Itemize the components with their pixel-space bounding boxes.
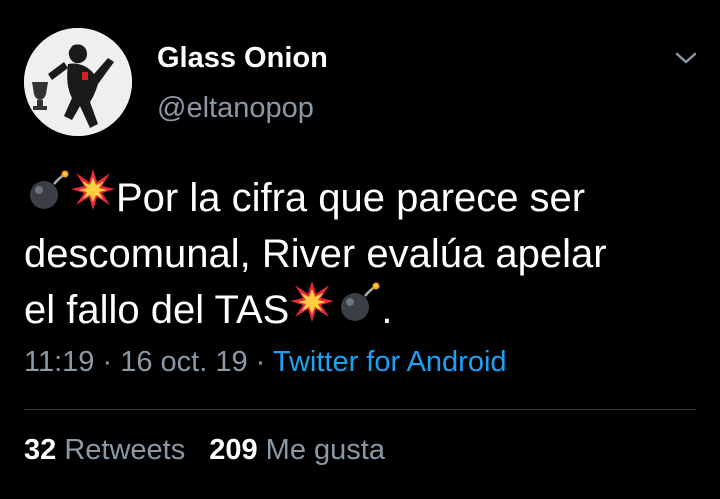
tweet-detail: Glass Onion @eltanopop Por la cifra que … <box>0 0 720 499</box>
author-handle[interactable]: @eltanopop <box>157 92 314 125</box>
meta-separator: · <box>94 346 121 378</box>
retweets-count: 32 <box>24 434 57 466</box>
bomb-icon <box>335 279 381 338</box>
avatar[interactable] <box>24 28 132 136</box>
likes-stat[interactable]: 209 Me gusta <box>209 434 385 466</box>
divider <box>24 409 696 410</box>
tweet-date[interactable]: 16 oct. 19 <box>120 346 247 378</box>
collision-icon <box>70 167 116 226</box>
meta-separator: · <box>247 346 273 378</box>
tweet-text: Por la cifra que parece ser descomunal, … <box>24 167 704 338</box>
tweet-meta: 11:19 · 16 oct. 19 · Twitter for Android <box>24 346 507 379</box>
retweets-label: Retweets <box>64 434 186 466</box>
tweet-source-link[interactable]: Twitter for Android <box>273 346 507 378</box>
retweets-stat[interactable]: 32 Retweets <box>24 434 185 466</box>
tweet-time[interactable]: 11:19 <box>24 346 94 378</box>
likes-count: 209 <box>209 434 258 466</box>
tweet-stats: 32 Retweets 209 Me gusta <box>24 434 385 467</box>
collision-icon <box>289 279 335 338</box>
likes-label: Me gusta <box>265 434 385 466</box>
chevron-down-icon[interactable] <box>672 48 700 68</box>
bomb-icon <box>24 167 70 226</box>
tweet-line-3: el fallo del TAS . <box>24 279 704 338</box>
tweet-line-2: descomunal, River evalúa apelar <box>24 232 607 276</box>
tweet-line-1: Por la cifra que parece ser <box>24 167 704 226</box>
author-name[interactable]: Glass Onion <box>157 42 328 75</box>
